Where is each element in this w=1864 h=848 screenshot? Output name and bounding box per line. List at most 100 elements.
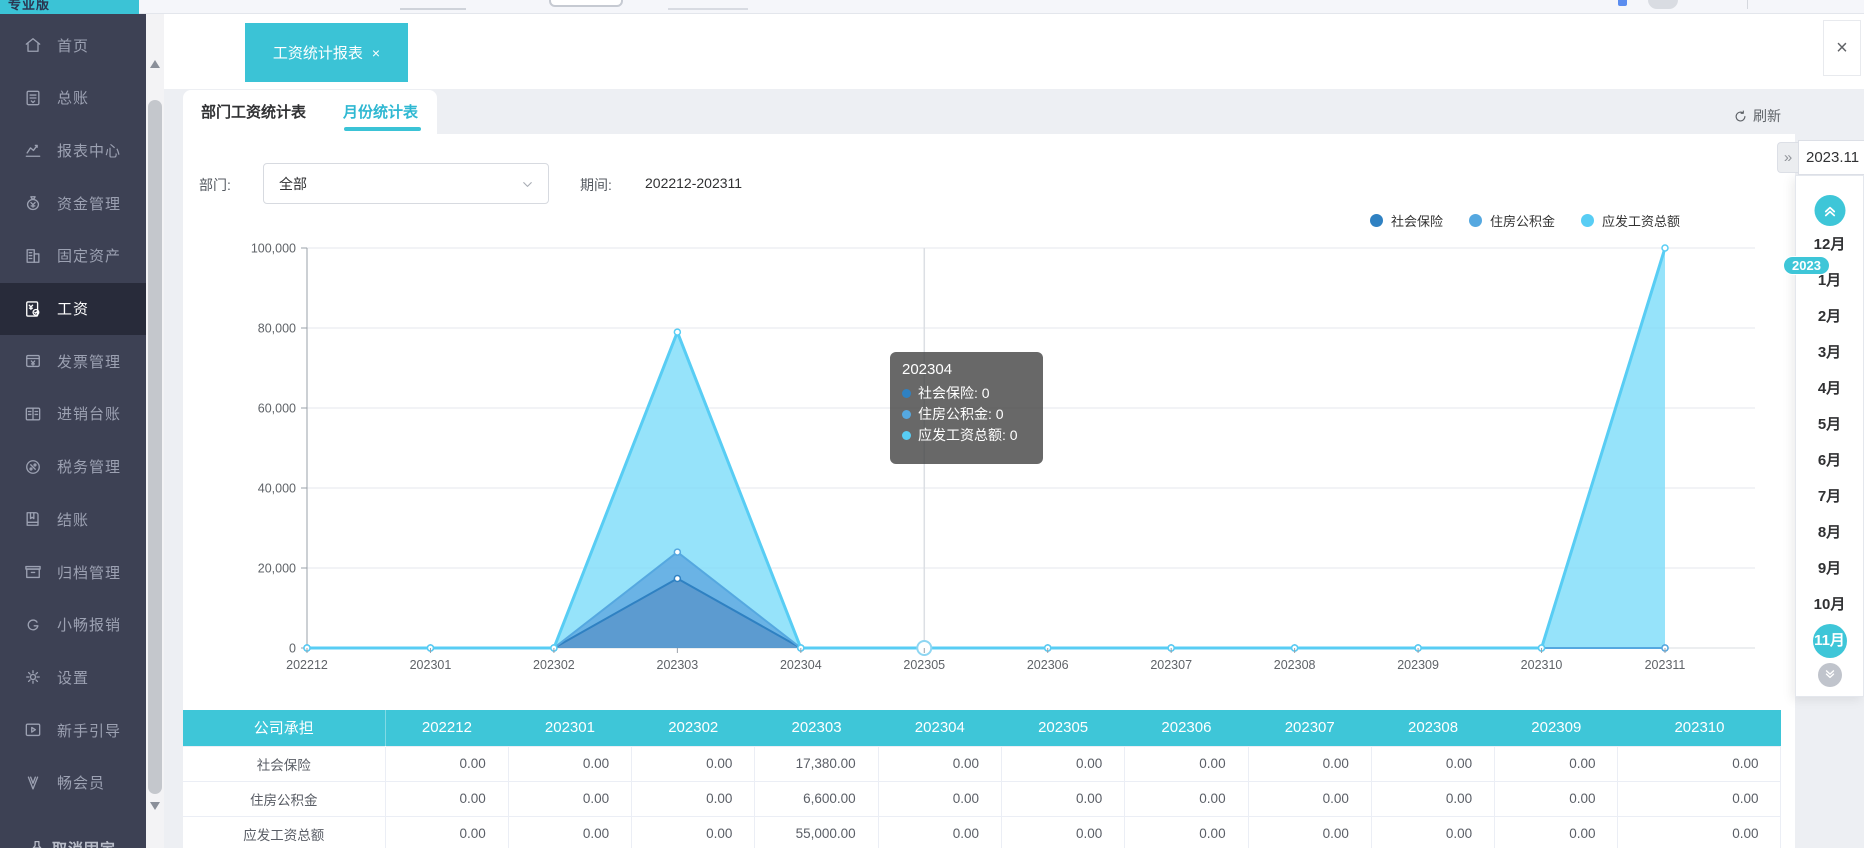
refresh-button[interactable]: 刷新: [1733, 106, 1781, 126]
home-icon: [23, 35, 43, 55]
tooltip-series-dot: [902, 389, 911, 398]
toolbar-button-partial[interactable]: [549, 0, 623, 7]
month-item-3[interactable]: 2月: [1796, 302, 1863, 332]
month-item-8[interactable]: 7月: [1796, 482, 1863, 512]
salary-table: 公司承担202212202301202302202303202304202305…: [183, 710, 1781, 848]
sidebar-item-report-center[interactable]: 报表中心: [0, 124, 146, 176]
scrollbar-thumb[interactable]: [148, 100, 162, 794]
archive-icon: [23, 562, 43, 582]
sidebar-item-ledger[interactable]: 总账: [0, 72, 146, 124]
table-row: 住房公积金0.000.000.006,600.000.000.000.000.0…: [183, 781, 1781, 816]
sidebar-item-inout-ledger[interactable]: 进销台账: [0, 388, 146, 440]
dept-label: 部门:: [199, 175, 231, 195]
sidebar-item-label: 设置: [57, 667, 89, 688]
table-cell: 0.00: [632, 781, 755, 816]
table-cell: 0.00: [508, 746, 631, 781]
tooltip-series-dot: [902, 431, 911, 440]
months-scroll-down-button[interactable]: [1818, 663, 1842, 687]
y-axis-label: 20,000: [258, 562, 296, 576]
sidebar-item-archive[interactable]: 归档管理: [0, 546, 146, 598]
area-line-series-1: [307, 552, 1665, 648]
table-cell: 0.00: [878, 781, 1001, 816]
table-cell: 0.00: [1495, 816, 1618, 848]
filter-row: 部门: 全部 期间: 202212-202311: [183, 160, 1383, 210]
row-label-cell: 社会保险: [183, 746, 385, 781]
y-axis-label: 40,000: [258, 482, 296, 496]
sidebar-item-guide[interactable]: 新手引导: [0, 704, 146, 756]
toolbar-divider: [1747, 0, 1748, 9]
collapse-panel-button[interactable]: »: [1777, 142, 1798, 173]
month-item-7[interactable]: 6月: [1796, 446, 1863, 476]
sidebar-scrollbar: [146, 14, 164, 848]
sidebar-nav: 取消固定 首页总账报表中心资金管理固定资产工资发票管理进销台账税务管理结账归档管…: [0, 14, 146, 848]
sidebar-item-home[interactable]: 首页: [0, 19, 146, 71]
table-header-cell: 202309: [1495, 710, 1618, 746]
sidebar-item-member[interactable]: 畅会员: [0, 757, 146, 809]
tab-month-table[interactable]: 月份统计表: [343, 90, 418, 132]
data-point: [674, 549, 680, 555]
sidebar-item-funds[interactable]: 资金管理: [0, 177, 146, 229]
sidebar-item-gear[interactable]: 设置: [0, 651, 146, 703]
avatar[interactable]: [1648, 0, 1678, 9]
sidebar-item-label: 归档管理: [57, 562, 121, 583]
close-all-button[interactable]: ×: [1823, 20, 1861, 76]
ledger-icon: [23, 88, 43, 108]
table-row: 社会保险0.000.000.0017,380.000.000.000.000.0…: [183, 746, 1781, 781]
sidebar-item-reimburse[interactable]: 小畅报销: [0, 599, 146, 651]
sidebar-item-label: 总账: [57, 87, 89, 108]
sidebar-item-tax[interactable]: 税务管理: [0, 441, 146, 493]
dept-select[interactable]: 全部: [263, 163, 549, 204]
tab-close-icon[interactable]: ×: [372, 46, 380, 60]
sidebar-item-fixed-assets[interactable]: 固定资产: [0, 230, 146, 282]
sidebar-item-invoice[interactable]: 发票管理: [0, 335, 146, 387]
table-cell: 0.00: [1125, 746, 1248, 781]
table-cell: 0.00: [1248, 816, 1371, 848]
tab-bar: 首页 工资统计报表 × ×: [164, 14, 1864, 89]
month-item-9[interactable]: 8月: [1796, 518, 1863, 548]
table-header-cell: 202305: [1001, 710, 1124, 746]
brand-label: 专业版: [0, 0, 139, 13]
member-icon: [23, 773, 43, 793]
sidebar-item-salary[interactable]: 工资: [0, 283, 146, 335]
tooltip-row: 住房公积金: 0: [902, 404, 1029, 425]
tab-dept-salary-table[interactable]: 部门工资统计表: [201, 90, 306, 132]
row-label-cell: 应发工资总额: [183, 816, 385, 848]
toolbar-underline: [400, 8, 466, 10]
table-header-cell: 202301: [508, 710, 631, 746]
month-item-5[interactable]: 4月: [1796, 374, 1863, 404]
table-header-cell: 公司承担: [183, 710, 385, 746]
legend-item-1[interactable]: 住房公积金: [1469, 212, 1555, 229]
scrollbar-up-arrow[interactable]: [150, 60, 160, 68]
month-item-11[interactable]: 10月: [1796, 590, 1863, 620]
sidebar-item-label: 结账: [57, 509, 89, 530]
legend-dot: [1370, 214, 1383, 227]
refresh-label: 刷新: [1753, 106, 1781, 126]
sidebar-item-label: 小畅报销: [57, 614, 121, 635]
month-item-10[interactable]: 9月: [1796, 554, 1863, 584]
table-header-cell: 202310: [1618, 710, 1781, 746]
legend-item-2[interactable]: 应发工资总额: [1581, 212, 1680, 229]
tab-salary-report[interactable]: 工资统计报表 ×: [245, 23, 408, 82]
legend-item-0[interactable]: 社会保险: [1370, 212, 1443, 229]
legend-label: 住房公积金: [1490, 211, 1555, 230]
table-cell: 0.00: [1371, 816, 1494, 848]
table-cell: 6,600.00: [755, 781, 878, 816]
active-subtab-underline: [344, 127, 421, 131]
month-item-6[interactable]: 5月: [1796, 410, 1863, 440]
scrollbar-down-arrow[interactable]: [150, 802, 160, 810]
x-axis-label: 202302: [533, 658, 575, 672]
month-item-4[interactable]: 3月: [1796, 338, 1863, 368]
x-axis-label: 202305: [903, 658, 945, 672]
sidebar-unpin-label: 取消固定: [52, 838, 116, 848]
sidebar-item-closing[interactable]: 结账: [0, 493, 146, 545]
month-item-12[interactable]: 11月: [1813, 624, 1847, 658]
months-scroll-up-button[interactable]: [1814, 195, 1845, 226]
table-row: 应发工资总额0.000.000.0055,000.000.000.000.000…: [183, 816, 1781, 848]
y-axis-label: 0: [289, 642, 296, 656]
sidebar-unpin-button[interactable]: 取消固定: [0, 834, 146, 848]
current-period-box[interactable]: 2023.11: [1798, 140, 1864, 175]
chart-legend: 社会保险 住房公积金 应发工资总额: [1160, 212, 1680, 229]
table-cell: 0.00: [878, 746, 1001, 781]
table-header-cell: 202304: [878, 710, 1001, 746]
tooltip-row: 社会保险: 0: [902, 383, 1029, 404]
